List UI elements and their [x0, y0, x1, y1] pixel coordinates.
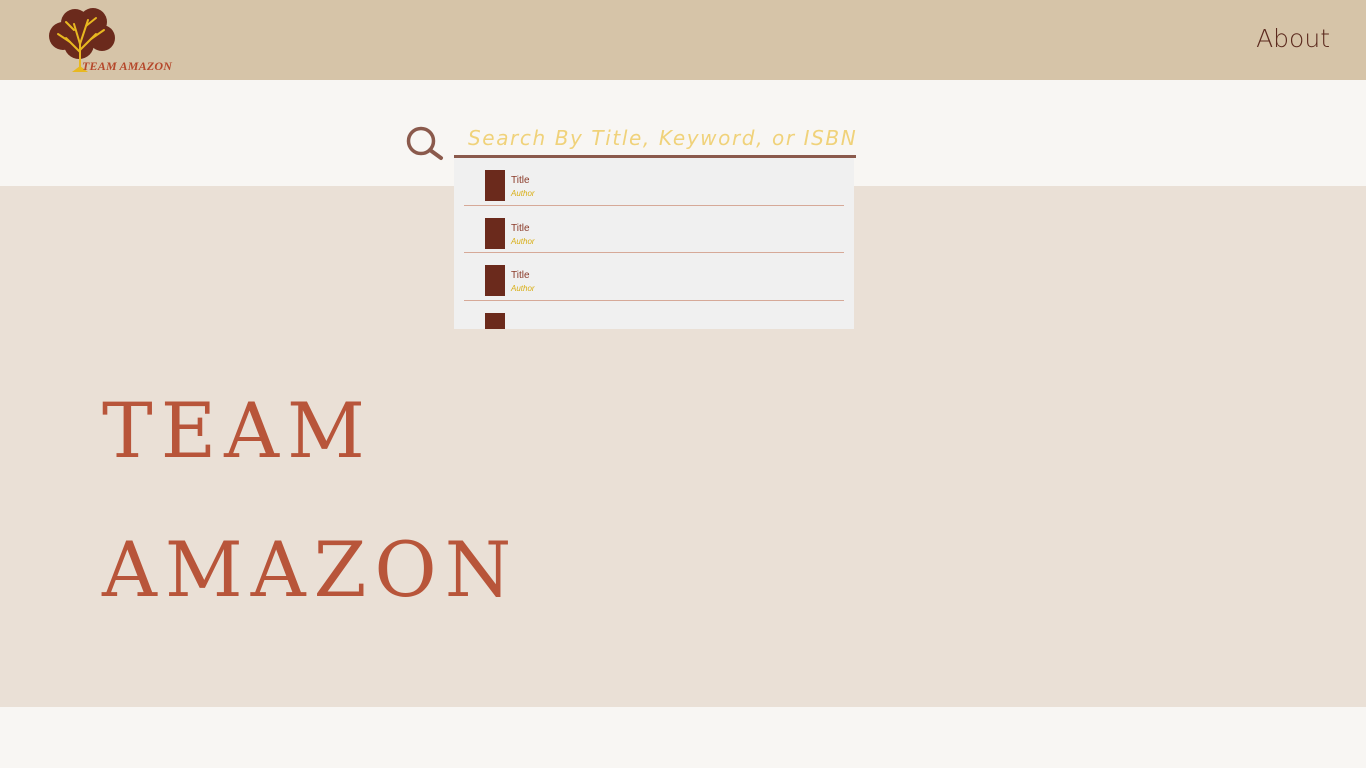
- suggestion-item[interactable]: Title Author: [464, 206, 844, 253]
- suggestion-author: Author: [511, 236, 535, 246]
- suggestion-item[interactable]: [464, 301, 844, 329]
- team-amazon-logo[interactable]: TEAM AMAZON: [44, 6, 174, 74]
- suggestion-title: Title: [511, 175, 530, 186]
- search-input[interactable]: [454, 120, 856, 158]
- suggestion-author: Author: [511, 189, 535, 198]
- hero-title-line1: TEAM: [102, 386, 373, 475]
- suggestion-title: Title: [511, 270, 530, 281]
- search-icon[interactable]: [405, 126, 445, 162]
- logo-text: TEAM AMAZON: [82, 59, 173, 73]
- top-nav-bar: TEAM AMAZON About: [0, 0, 1366, 80]
- suggestion-title: Title: [511, 222, 530, 234]
- book-cover-thumbnail: [485, 265, 505, 296]
- suggestion-item[interactable]: Title Author: [464, 158, 844, 206]
- book-cover-thumbnail: [485, 312, 505, 329]
- book-cover-thumbnail: [485, 217, 505, 249]
- search-suggestions-dropdown[interactable]: Title Author Title Author Title Author: [454, 158, 854, 329]
- suggestion-author: Author: [511, 284, 535, 293]
- suggestion-item[interactable]: Title Author: [464, 253, 844, 301]
- about-link[interactable]: About: [1256, 24, 1330, 53]
- book-cover-thumbnail: [485, 170, 505, 201]
- hero-title-line2: AMAZON: [102, 525, 520, 614]
